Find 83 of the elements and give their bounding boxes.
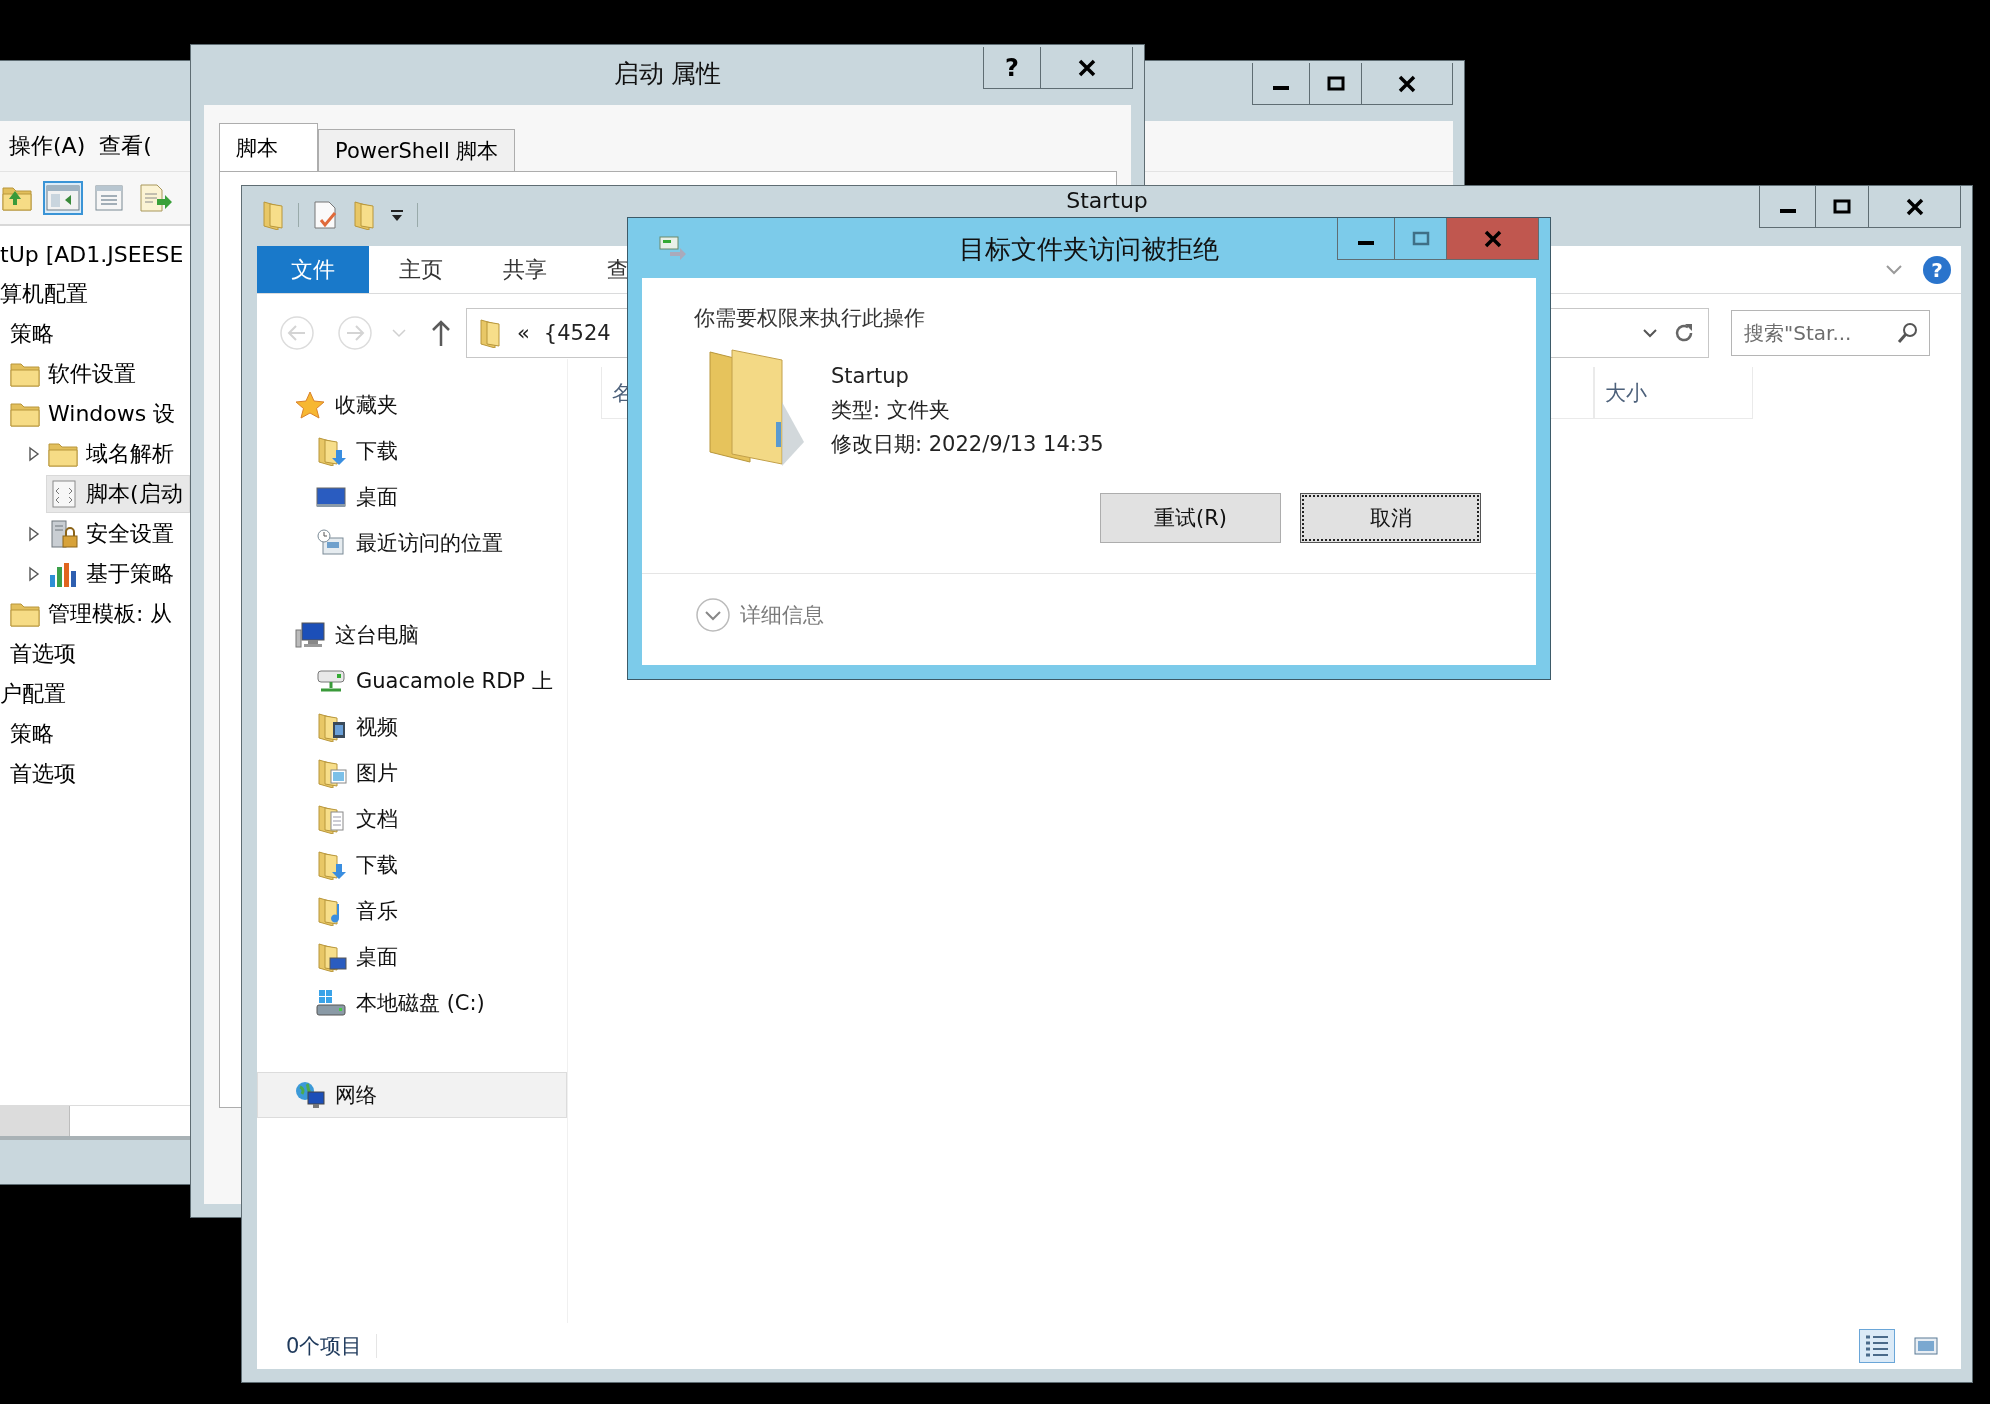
- ribbon-tab[interactable]: 主页: [369, 246, 473, 293]
- thumbnail-view-icon: [1913, 1335, 1939, 1357]
- expand-arrow-icon[interactable]: [27, 566, 41, 582]
- tree-item[interactable]: 策略: [9, 715, 61, 753]
- star-icon: [294, 390, 326, 420]
- documents-folder-icon: [315, 804, 347, 834]
- search-icon[interactable]: [1896, 321, 1920, 345]
- nav-item[interactable]: 下载: [257, 428, 567, 474]
- tree-item[interactable]: 算机配置: [0, 275, 95, 313]
- dropdown-icon[interactable]: [1642, 327, 1658, 339]
- window-title: Startup: [1066, 188, 1148, 213]
- breadcrumb-overflow[interactable]: «: [517, 321, 530, 345]
- nav-item[interactable]: 音乐: [257, 888, 567, 934]
- close-icon[interactable]: [1904, 196, 1925, 217]
- video-folder-icon: [315, 712, 347, 742]
- tree-item[interactable]: 安全设置: [46, 515, 181, 553]
- close-icon[interactable]: [1076, 57, 1097, 78]
- dropdown-icon: [391, 327, 407, 339]
- downloads-folder-icon: [315, 850, 347, 880]
- tree-item[interactable]: tUp [AD1.JSEESE: [0, 235, 191, 273]
- menu-item[interactable]: 查看(: [89, 131, 156, 161]
- nav-item[interactable]: 桌面: [257, 474, 567, 520]
- toolbar-button[interactable]: [43, 181, 83, 215]
- expand-chevron-icon: [694, 596, 732, 634]
- status-text: 0个项目: [286, 1333, 363, 1360]
- nav-item[interactable]: 文档: [257, 796, 567, 842]
- nav-item[interactable]: 本地磁盘 (C:): [257, 980, 567, 1026]
- nav-item[interactable]: 图片: [257, 750, 567, 796]
- nav-item[interactable]: 收藏夹: [257, 382, 567, 428]
- view-button[interactable]: [1859, 1329, 1895, 1363]
- nav-item[interactable]: 网络: [257, 1072, 567, 1118]
- tab[interactable]: PowerShell 脚本: [318, 129, 516, 171]
- dialog-button[interactable]: 取消: [1300, 493, 1481, 543]
- tree-item[interactable]: 首选项: [9, 635, 83, 673]
- tree-item[interactable]: 户配置: [0, 675, 73, 713]
- recent-places-icon: [315, 528, 347, 558]
- nav-item[interactable]: Guacamole RDP 上: [257, 658, 567, 704]
- tree-item[interactable]: 管理模板: 从: [8, 595, 180, 633]
- tree-item[interactable]: 域名解析: [46, 435, 181, 473]
- folder-icon: [477, 318, 503, 348]
- downloads-folder-icon: [315, 436, 347, 466]
- expand-arrow-icon[interactable]: [27, 526, 41, 542]
- dialog-button[interactable]: 重试(R): [1100, 493, 1281, 543]
- properties-icon: [93, 183, 125, 213]
- desktop-folder-icon: [315, 942, 347, 972]
- export-icon: [137, 183, 173, 213]
- details-toggle[interactable]: 详细信息: [694, 596, 824, 634]
- chevron-icon[interactable]: [1885, 263, 1903, 276]
- pane-icon: [45, 183, 81, 213]
- expand-arrow-icon[interactable]: [27, 446, 41, 462]
- search-field[interactable]: 搜索"Star...: [1731, 310, 1930, 356]
- pictures-folder-icon: [315, 758, 347, 788]
- tree-item[interactable]: Windows 设: [8, 395, 183, 433]
- tree-item[interactable]: 策略: [9, 315, 61, 353]
- breadcrumb[interactable]: {4524: [543, 321, 611, 345]
- window-title: 启动 属性: [613, 58, 722, 90]
- dropdown-icon[interactable]: [389, 208, 405, 222]
- nav-item[interactable]: 最近访问的位置: [257, 520, 567, 566]
- drive-icon: [315, 988, 347, 1018]
- close-icon[interactable]: [1397, 73, 1417, 94]
- item-modified-date: 修改日期: 2022/9/13 14:35: [831, 431, 1104, 458]
- dialog-title: 目标文件夹访问被拒绝: [959, 233, 1219, 266]
- tab[interactable]: 脚本: [219, 123, 318, 171]
- message-text: 你需要权限来执行此操作: [694, 305, 926, 332]
- tree-item[interactable]: 软件设置: [8, 355, 143, 393]
- computer-icon: [294, 620, 326, 650]
- ribbon-tab[interactable]: 文件: [257, 246, 369, 293]
- network-icon: [294, 1080, 326, 1110]
- details-view-icon: [1863, 1333, 1891, 1359]
- tree-item[interactable]: 首选项: [9, 755, 83, 793]
- tree-item[interactable]: 基于策略: [46, 555, 181, 593]
- item-name: Startup: [831, 363, 910, 390]
- nav-item[interactable]: 下载: [257, 842, 567, 888]
- tree-item[interactable]: 脚本(启动: [46, 475, 190, 513]
- help-button[interactable]: ?: [1923, 255, 1951, 284]
- nav-item[interactable]: 视频: [257, 704, 567, 750]
- ribbon-tab[interactable]: 共享: [473, 246, 577, 293]
- column-header[interactable]: 大小: [1594, 367, 1753, 419]
- menu-item[interactable]: 操作(A): [0, 131, 90, 161]
- nav-item[interactable]: 桌面: [257, 934, 567, 980]
- item-type: 类型: 文件夹: [831, 397, 951, 424]
- nav-item[interactable]: 这台电脑: [257, 612, 567, 658]
- checked-document-icon[interactable]: [311, 200, 339, 230]
